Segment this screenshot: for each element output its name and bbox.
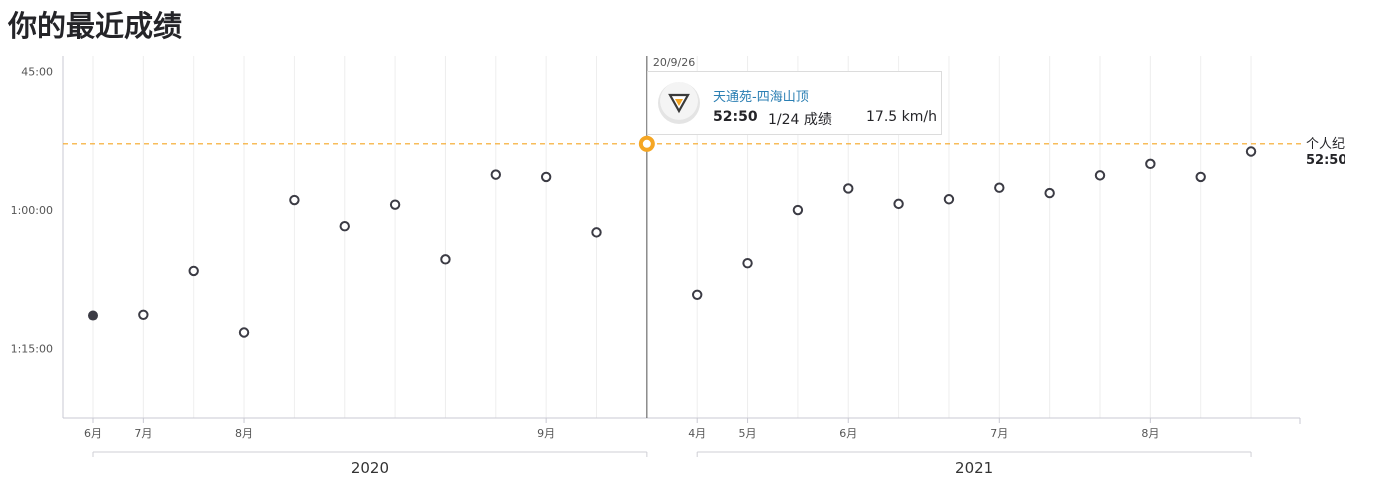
- effort-point: [138, 309, 149, 320]
- effort-point: [1245, 146, 1257, 157]
- effort-point: [792, 204, 804, 216]
- effort-points: [88, 135, 1257, 338]
- effort-point: [339, 221, 350, 232]
- effort-rank: 1/24 成绩: [768, 112, 832, 128]
- effort-point: [843, 183, 854, 194]
- effort-point: [490, 169, 501, 180]
- year-label: 2020: [351, 459, 389, 477]
- effort-point: [88, 310, 98, 321]
- selection-date-label: 20/9/26: [653, 56, 695, 69]
- segment-link[interactable]: 天通苑-四海山顶: [713, 86, 809, 105]
- effort-point: [1195, 171, 1206, 183]
- year-label: 2021: [955, 459, 993, 477]
- x-tick-label: 8月: [1141, 427, 1159, 440]
- y-tick-label: 1:00:00: [11, 204, 53, 217]
- x-tick-label: 8月: [235, 427, 253, 440]
- effort-point: [742, 257, 753, 269]
- effort-point: [692, 289, 703, 300]
- y-axis-ticks: 45:00 1:00:00 1:15:00: [11, 65, 53, 355]
- x-tick-label: 6月: [839, 427, 857, 440]
- effort-point: [440, 254, 451, 265]
- effort-point: [389, 199, 401, 210]
- effort-point: [1094, 170, 1106, 181]
- effort-point: [893, 198, 904, 210]
- selected-effort-point-center: [642, 139, 651, 148]
- y-tick-label: 45:00: [21, 65, 53, 78]
- effort-point: [994, 182, 1005, 193]
- x-tick-label: 9月: [537, 427, 555, 440]
- personal-record-value: 52:50: [1306, 153, 1347, 168]
- effort-point: [943, 194, 955, 205]
- x-tick-label: 6月: [84, 427, 102, 440]
- effort-speed: 17.5 km/h: [866, 109, 937, 125]
- effort-point: [188, 265, 199, 277]
- x-tick-label: 5月: [739, 427, 757, 440]
- x-tick-label: 7月: [134, 427, 152, 440]
- x-tick-label: 7月: [990, 427, 1008, 440]
- personal-record-label: 个人纪: [1306, 137, 1345, 152]
- effort-time: 52:50: [713, 109, 758, 125]
- year-brackets: 2020 2021: [92, 451, 1252, 477]
- effort-point: [1145, 158, 1156, 170]
- effort-point: [591, 227, 602, 238]
- effort-point: [238, 327, 250, 338]
- effort-point: [1044, 187, 1055, 199]
- y-tick-label: 1:15:00: [11, 343, 53, 356]
- effort-point: [540, 171, 552, 183]
- x-tick-label: 4月: [688, 427, 706, 440]
- trophy-badge-icon: [658, 82, 700, 124]
- effort-tooltip: 天通苑-四海山顶 52:50 1/24 成绩 17.5 km/h: [647, 71, 942, 135]
- x-axis-ticks: 6月 7月 8月 9月 4月 5月 6月 7月 8月: [84, 418, 1159, 440]
- effort-point: [289, 194, 300, 206]
